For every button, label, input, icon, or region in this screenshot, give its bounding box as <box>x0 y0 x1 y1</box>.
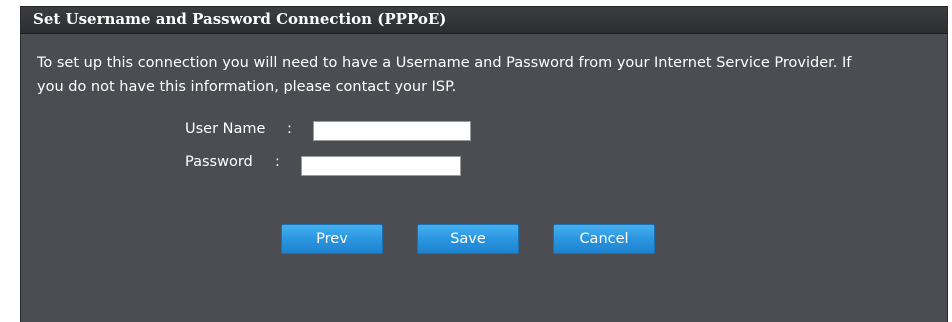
description-line-2: you do not have this information, please… <box>37 79 457 95</box>
panel-description: To set up this connection you will need … <box>37 51 917 99</box>
password-input[interactable] <box>301 156 461 176</box>
panel-header: Set Username and Password Connection (PP… <box>21 7 947 34</box>
save-button[interactable]: Save <box>417 224 519 254</box>
username-colon: : <box>287 121 292 137</box>
password-label: Password <box>185 154 253 170</box>
username-input[interactable] <box>313 121 471 141</box>
username-label: User Name <box>185 121 266 137</box>
password-colon: : <box>275 154 280 170</box>
prev-button[interactable]: Prev <box>281 224 383 254</box>
description-line-1: To set up this connection you will need … <box>37 55 852 71</box>
panel-title: Set Username and Password Connection (PP… <box>33 10 447 28</box>
cancel-button[interactable]: Cancel <box>553 224 655 254</box>
pppoe-settings-panel: Set Username and Password Connection (PP… <box>20 6 948 322</box>
